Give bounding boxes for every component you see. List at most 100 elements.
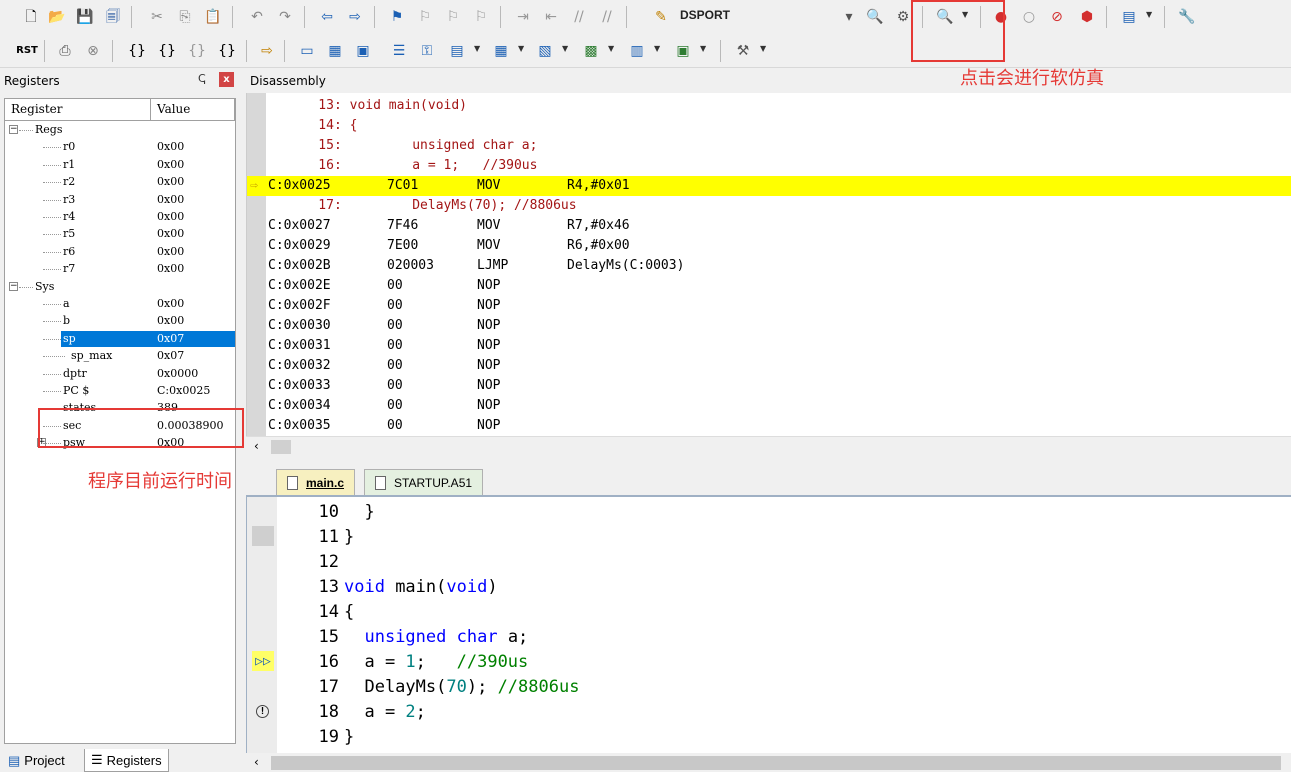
undo-icon[interactable]: ↶ <box>246 6 268 28</box>
disassembly-source-line[interactable]: 13: void main(void) <box>247 96 1291 116</box>
watch-dropdown-icon[interactable]: ▼ <box>474 44 480 53</box>
register-row[interactable]: b 0x00 <box>5 313 235 330</box>
disassembly-source-line[interactable]: 15: unsigned char a; <box>247 136 1291 156</box>
register-row[interactable]: r4 0x00 <box>5 209 235 226</box>
step-out-icon[interactable]: {} <box>186 40 208 62</box>
register-row[interactable]: a 0x00 <box>5 296 235 313</box>
serial-window-icon[interactable]: ▧ <box>534 40 556 62</box>
disassembly-asm-line[interactable]: C:0x0030 00 NOP <box>247 316 1291 336</box>
register-row[interactable]: r0 0x00 <box>5 139 235 156</box>
target-dropdown-icon[interactable]: ▾ <box>838 6 860 28</box>
tab-main-c[interactable]: main.c <box>276 469 356 495</box>
watch-window-icon[interactable]: ▤ <box>446 40 468 62</box>
source-line[interactable]: 10 } <box>247 499 1291 524</box>
disassembly-source-line[interactable]: 14: { <box>247 116 1291 136</box>
disassembly-asm-line[interactable]: C:0x002B 020003 LJMP DelayMs(C:0003) <box>247 256 1291 276</box>
target-name[interactable]: DSPORT <box>680 8 730 22</box>
run-to-cursor-icon[interactable]: {} <box>216 40 238 62</box>
window-layout-dropdown-icon[interactable]: ▼ <box>1146 10 1152 19</box>
source-line[interactable]: 12 <box>247 549 1291 574</box>
source-line[interactable]: 13 void main(void) <box>247 574 1291 599</box>
wrench-icon[interactable]: 🔧 <box>1176 6 1198 28</box>
column-header-value[interactable]: Value <box>151 99 235 121</box>
disassembly-asm-line[interactable]: C:0x002F 00 NOP <box>247 296 1291 316</box>
scroll-thumb[interactable] <box>271 756 1281 770</box>
bookmark-next-icon[interactable]: ⚐ <box>442 6 464 28</box>
save-icon[interactable]: 💾 <box>74 6 96 28</box>
nav-forward-icon[interactable]: ⇨ <box>344 6 366 28</box>
indent-icon[interactable]: ⇥ <box>512 6 534 28</box>
uncomment-icon[interactable]: // <box>596 6 618 28</box>
disassembly-window-icon[interactable]: ▦ <box>324 40 346 62</box>
system-viewer-icon[interactable]: ▣ <box>672 40 694 62</box>
register-row[interactable]: dptr 0x0000 <box>5 366 235 383</box>
analysis-window-icon[interactable]: ▩ <box>580 40 602 62</box>
register-row[interactable]: r5 0x00 <box>5 226 235 243</box>
enable-breakpoint-icon[interactable]: ○ <box>1018 6 1040 28</box>
stop-icon[interactable]: ⊗ <box>82 40 104 62</box>
scroll-thumb[interactable] <box>271 440 291 454</box>
toolbox-icon[interactable]: ⚒ <box>732 40 754 62</box>
disassembly-asm-line[interactable]: ⇨ C:0x0025 7C01 MOV R4,#0x01 <box>247 176 1291 196</box>
column-header-register[interactable]: Register <box>5 99 151 121</box>
save-all-icon[interactable]: 🗐 <box>102 6 124 28</box>
register-row[interactable]: r6 0x00 <box>5 244 235 261</box>
toolbox-dropdown-icon[interactable]: ▼ <box>760 44 766 53</box>
memory-dropdown-icon[interactable]: ▼ <box>518 44 524 53</box>
source-line[interactable]: ▷▷ 16 a = 1; //390us <box>247 649 1291 674</box>
command-window-icon[interactable]: ▭ <box>296 40 318 62</box>
cut-icon[interactable]: ✂ <box>146 6 168 28</box>
step-over-icon[interactable]: {} <box>156 40 178 62</box>
unindent-icon[interactable]: ⇤ <box>540 6 562 28</box>
expand-toggle-icon[interactable]: − <box>9 281 18 291</box>
copy-icon[interactable]: ⎘ <box>174 6 196 28</box>
disassembly-source-line[interactable]: 16: a = 1; //390us <box>247 156 1291 176</box>
open-folder-icon[interactable]: 📂 <box>46 6 68 28</box>
kill-all-breakpoints-icon[interactable]: ⬢ <box>1076 6 1098 28</box>
bookmark-clear-icon[interactable]: ⚐ <box>470 6 492 28</box>
disassembly-asm-line[interactable]: C:0x0034 00 NOP <box>247 396 1291 416</box>
bookmark-set-icon[interactable]: ⚑ <box>386 6 408 28</box>
bookmark-prev-icon[interactable]: ⚐ <box>414 6 436 28</box>
tab-project[interactable]: ▤ Project <box>2 749 71 772</box>
close-icon[interactable]: x <box>219 72 234 87</box>
source-line[interactable]: 15 unsigned char a; <box>247 624 1291 649</box>
trace-window-icon[interactable]: ▥ <box>626 40 648 62</box>
source-line[interactable]: 17 DelayMs(70); //8806us <box>247 674 1291 699</box>
register-row[interactable]: sp_max 0x07 <box>5 348 235 365</box>
registers-window-icon[interactable]: ☰ <box>388 40 410 62</box>
step-into-icon[interactable]: {} <box>126 40 148 62</box>
register-row[interactable]: − Sys <box>5 279 235 296</box>
expand-toggle-icon[interactable]: − <box>9 125 18 134</box>
serial-dropdown-icon[interactable]: ▼ <box>562 44 568 53</box>
register-row[interactable]: PC $ C:0x0025 <box>5 383 235 400</box>
window-layout-icon[interactable]: ▤ <box>1118 6 1140 28</box>
disassembly-hscrollbar[interactable]: ‹ <box>246 436 1291 456</box>
source-line[interactable]: 11} <box>247 524 1291 549</box>
disassembly-asm-line[interactable]: C:0x002E 00 NOP <box>247 276 1291 296</box>
analysis-dropdown-icon[interactable]: ▼ <box>608 44 614 53</box>
register-row[interactable]: − Regs <box>5 122 235 139</box>
pin-icon[interactable]: ↅ <box>198 72 206 85</box>
disassembly-asm-line[interactable]: C:0x0035 00 NOP <box>247 416 1291 436</box>
incremental-find-icon[interactable]: 🔍 <box>864 6 886 28</box>
register-row[interactable]: r2 0x00 <box>5 174 235 191</box>
register-row[interactable]: sp 0x07 <box>5 330 235 348</box>
disable-all-breakpoints-icon[interactable]: ⊘ <box>1046 6 1068 28</box>
disassembly-source-line[interactable]: 17: DelayMs(70); //8806us <box>247 196 1291 216</box>
trace-dropdown-icon[interactable]: ▼ <box>654 44 660 53</box>
warning-icon[interactable]: ! <box>256 705 269 718</box>
source-line[interactable]: 19} <box>247 724 1291 749</box>
find-in-files-icon[interactable]: ✎ <box>650 6 672 28</box>
disassembly-window[interactable]: 13: void main(void) 14: { 15: unsigned c… <box>246 93 1291 436</box>
disassembly-asm-line[interactable]: C:0x0027 7F46 MOV R7,#0x46 <box>247 216 1291 236</box>
memory-window-icon[interactable]: ▦ <box>490 40 512 62</box>
tab-startup-a51[interactable]: STARTUP.A51 <box>364 469 484 495</box>
register-row[interactable]: r1 0x00 <box>5 157 235 174</box>
source-editor[interactable]: 10 } 11} 12 13 void main(void) 14{15 unsigned… <box>246 495 1291 753</box>
disassembly-asm-line[interactable]: C:0x0031 00 NOP <box>247 336 1291 356</box>
reset-icon[interactable]: RST <box>16 40 38 62</box>
source-line[interactable]: ! 18 a = 2; <box>247 699 1291 724</box>
new-file-icon[interactable]: 🗋 <box>20 6 42 28</box>
disassembly-asm-line[interactable]: C:0x0033 00 NOP <box>247 376 1291 396</box>
